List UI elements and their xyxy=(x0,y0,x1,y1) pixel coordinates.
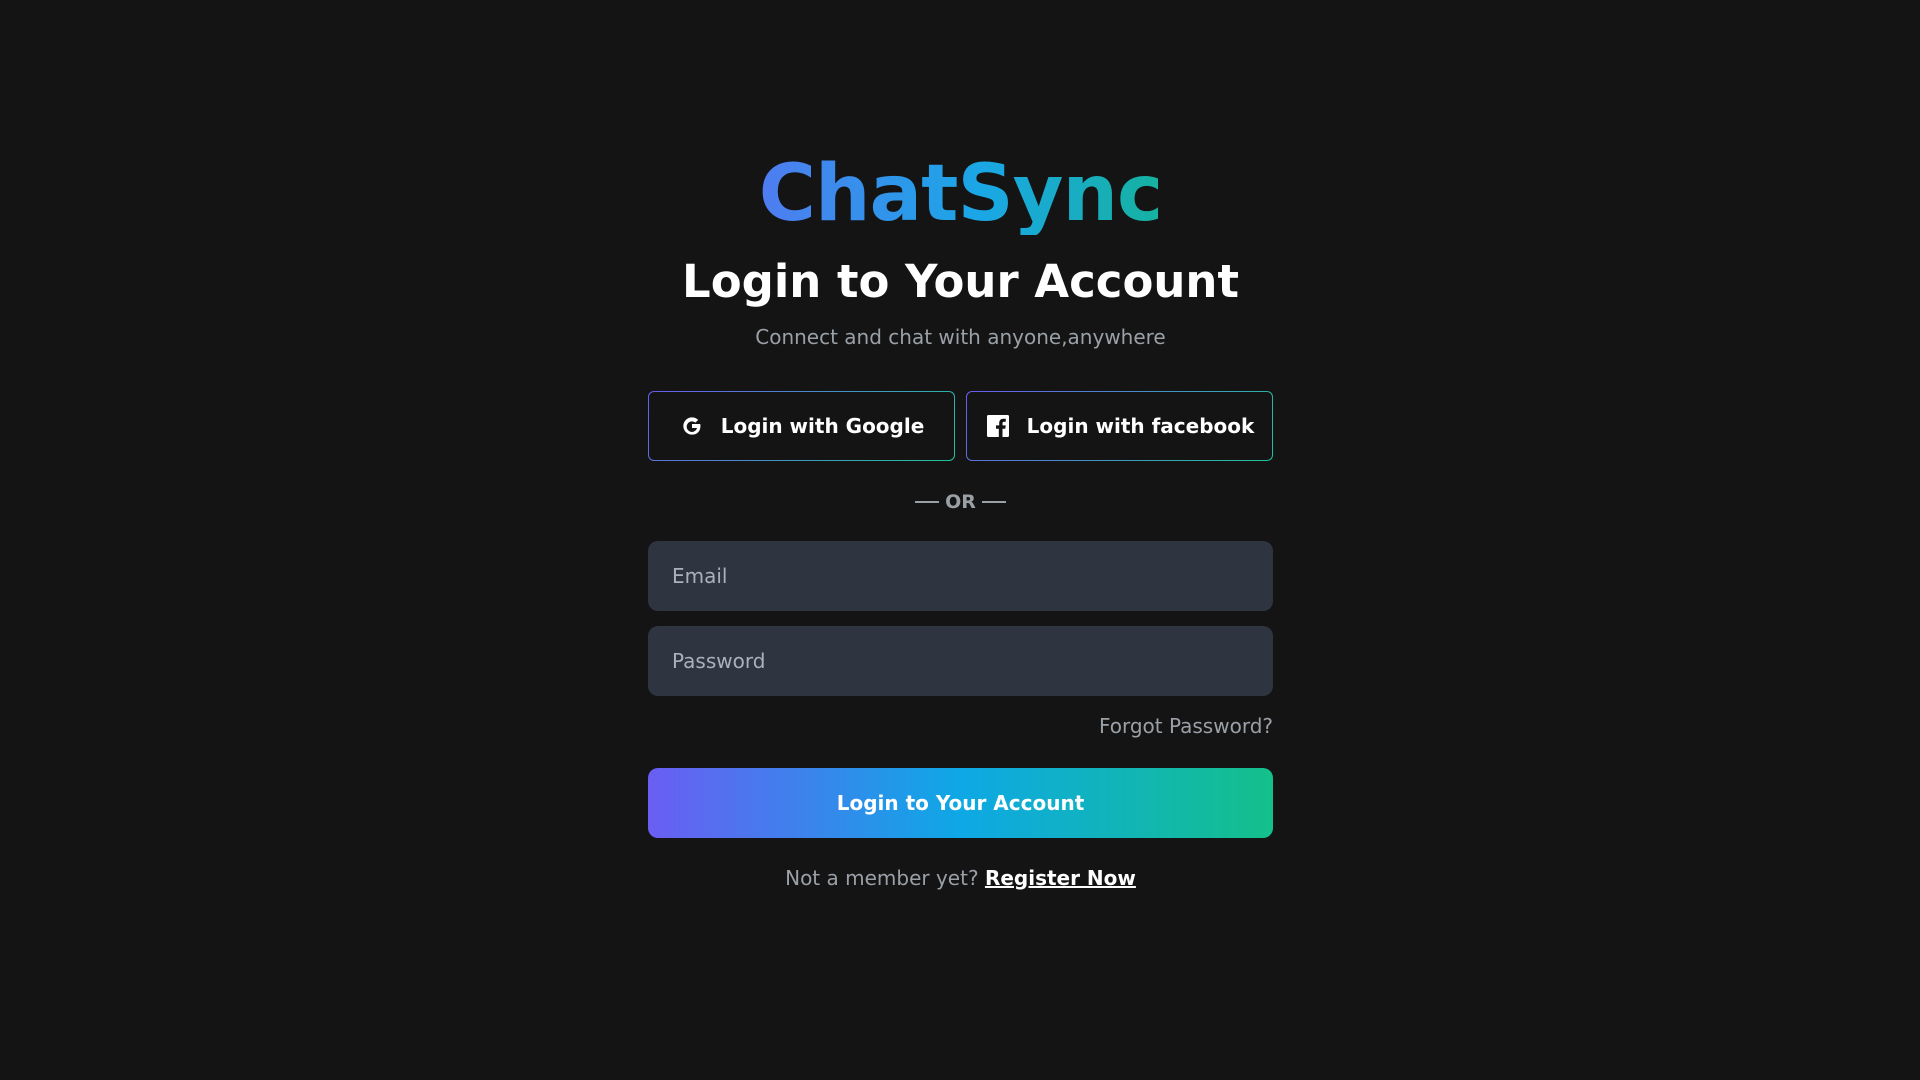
register-now-link[interactable]: Register Now xyxy=(985,866,1136,890)
password-field[interactable] xyxy=(648,625,1273,696)
login-submit-button[interactable]: Login to Your Account xyxy=(648,767,1273,838)
page-subtitle: Connect and chat with anyone,anywhere xyxy=(755,324,1166,349)
social-login-row: Login with Google Login with facebook xyxy=(648,391,1273,461)
google-icon xyxy=(679,413,705,439)
login-with-google-button[interactable]: Login with Google xyxy=(648,391,955,461)
register-prompt: Not a member yet? Register Now xyxy=(785,866,1136,890)
forgot-password-link[interactable]: Forgot Password? xyxy=(1099,714,1273,738)
email-field[interactable] xyxy=(648,540,1273,611)
divider-line-left xyxy=(915,500,940,503)
brand-logo: ChatSync xyxy=(758,149,1163,239)
facebook-icon xyxy=(985,413,1011,439)
or-divider: OR xyxy=(915,491,1006,513)
forgot-password-row: Forgot Password? xyxy=(648,714,1273,738)
page-title: Login to Your Account xyxy=(682,255,1239,308)
register-prompt-text: Not a member yet? xyxy=(785,865,979,890)
login-page: ChatSync Login to Your Account Connect a… xyxy=(0,0,1920,1080)
login-with-facebook-button[interactable]: Login with facebook xyxy=(966,391,1273,461)
or-label: OR xyxy=(945,490,976,513)
login-card: ChatSync Login to Your Account Connect a… xyxy=(648,150,1273,890)
facebook-button-label: Login with facebook xyxy=(1026,413,1255,438)
divider-line-right xyxy=(981,500,1006,503)
google-button-label: Login with Google xyxy=(720,413,925,438)
